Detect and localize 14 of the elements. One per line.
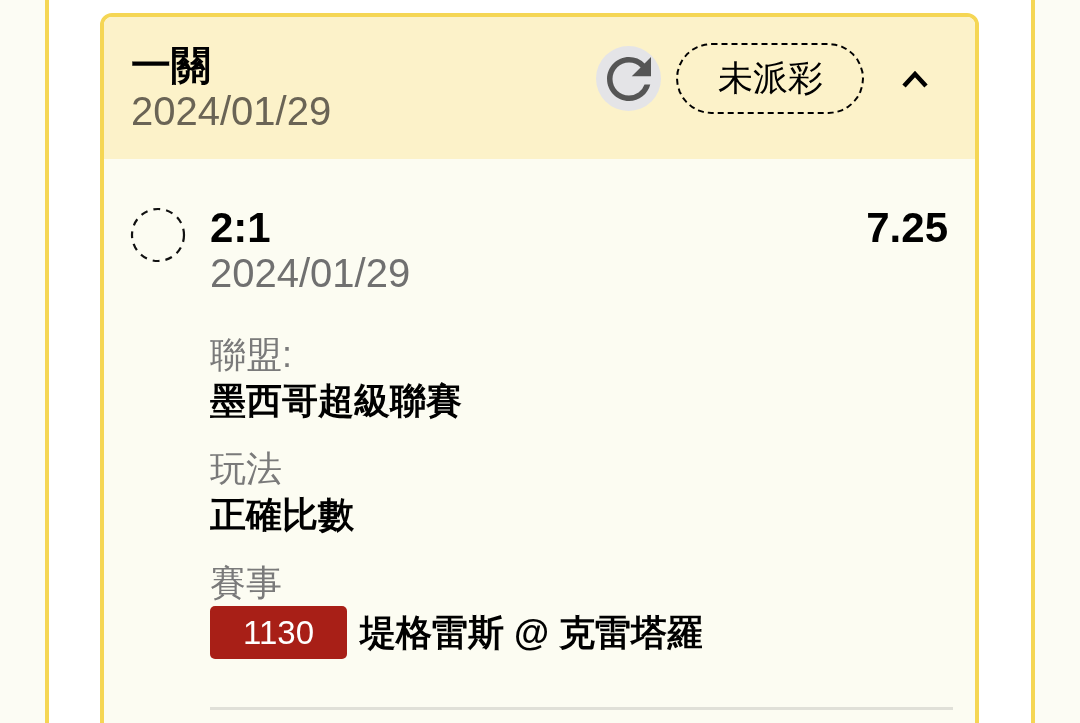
field-label: 玩法 (210, 447, 282, 491)
match-number-badge: 1130 (210, 606, 347, 659)
score-text: 2:1 (210, 205, 272, 251)
refresh-icon (606, 56, 651, 101)
selection-date: 2024/01/29 (210, 251, 411, 295)
field-value: 堤格雷斯 @ 克雷塔羅 (360, 610, 704, 655)
odds-text: 7.25 (866, 205, 948, 251)
field-value: 正確比數 (210, 493, 354, 537)
status-tag: 未派彩 (676, 43, 864, 114)
bet-title: 一關 (131, 42, 212, 89)
field-value: 墨西哥超級聯賽 (210, 379, 462, 423)
bet-date: 2024/01/29 (131, 89, 332, 133)
field-label: 聯盟: (210, 333, 292, 377)
field-label: 賽事 (210, 561, 282, 605)
